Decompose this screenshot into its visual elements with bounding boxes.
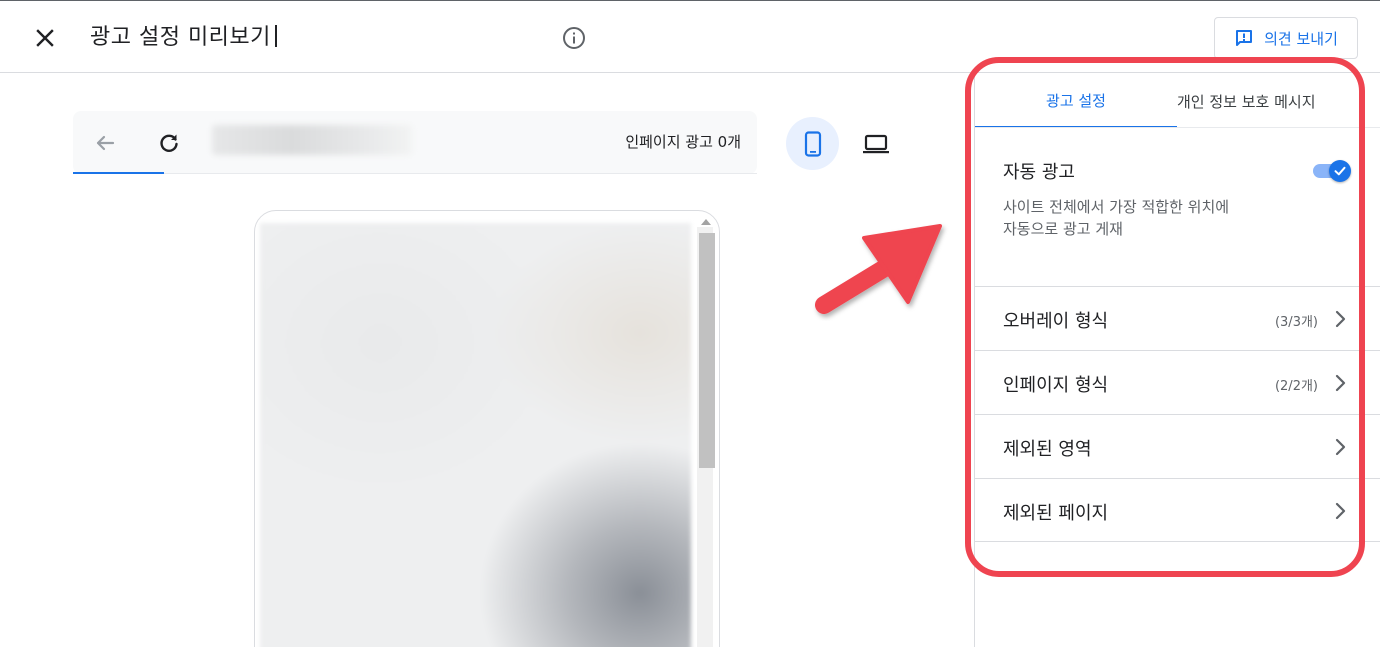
info-icon[interactable] [561, 25, 587, 51]
list-item-count: (2/2개) [1274, 379, 1318, 394]
bar-divider [73, 173, 757, 174]
list-item-label: 제외된 영역 [1003, 439, 1092, 460]
smartphone-icon [804, 130, 821, 157]
panel-tabs: 광고 설정 개인 정보 보호 메시지 [975, 74, 1380, 128]
excluded-areas-item[interactable]: 제외된 영역 [975, 414, 1380, 478]
loading-progress [73, 172, 164, 174]
tabs-divider [975, 127, 1380, 128]
text-cursor [274, 25, 277, 47]
page-title: 광고 설정 미리보기 [90, 19, 277, 51]
close-button[interactable] [30, 23, 60, 53]
header: 광고 설정 미리보기 의견 보내기 [0, 1, 1380, 73]
list-item-count: (3/3개) [1274, 315, 1318, 330]
feedback-label: 의견 보내기 [1264, 29, 1338, 48]
inpage-formats-item[interactable]: 인페이지 형식 (2/2개) [975, 350, 1380, 414]
desktop-view-button[interactable] [849, 117, 902, 170]
arrow-back-icon[interactable] [91, 129, 119, 157]
list-item-label: 제외된 페이지 [1003, 503, 1109, 524]
scroll-up-arrow-icon[interactable] [701, 219, 711, 225]
auto-ads-description-line1: 사이트 전체에서 가장 적합한 위치에 [1003, 198, 1230, 216]
chevron-right-icon [1335, 374, 1346, 392]
settings-list: 오버레이 형식 (3/3개) 인페이지 형식 (2/2개) 제외된 영역 제외된… [975, 286, 1380, 542]
overlay-formats-item[interactable]: 오버레이 형식 (3/3개) [975, 286, 1380, 350]
auto-ads-toggle[interactable] [1313, 160, 1353, 182]
auto-ads-title: 자동 광고 [1003, 162, 1075, 183]
annotation-arrow-icon [815, 224, 942, 314]
laptop-icon [862, 134, 889, 153]
chevron-right-icon [1335, 310, 1346, 328]
close-icon [36, 29, 54, 47]
page-title-text: 광고 설정 미리보기 [90, 25, 271, 50]
tab-ad-settings[interactable]: 광고 설정 [975, 74, 1177, 128]
list-item-label: 오버레이 형식 [1003, 311, 1109, 332]
excluded-pages-item[interactable]: 제외된 페이지 [975, 478, 1380, 542]
reload-icon[interactable] [155, 129, 183, 157]
mobile-preview-frame [254, 210, 720, 647]
mobile-view-button[interactable] [786, 117, 839, 170]
preview-page-blurred [260, 223, 691, 647]
feedback-icon [1236, 30, 1253, 46]
chevron-right-icon [1335, 438, 1346, 456]
ad-settings-panel: 광고 설정 개인 정보 보호 메시지 자동 광고 사이트 전체에서 가장 적합한… [975, 74, 1380, 647]
auto-ads-description: 사이트 전체에서 가장 적합한 위치에 자동으로 광고 게재 [1003, 196, 1303, 240]
chevron-right-icon [1335, 502, 1346, 520]
inpage-ads-count: 인페이지 광고 0개 [625, 133, 741, 151]
check-icon [1334, 166, 1346, 176]
preview-scrollbar-thumb[interactable] [699, 233, 715, 468]
tab-privacy-messages[interactable]: 개인 정보 보호 메시지 [1177, 74, 1380, 128]
feedback-button[interactable]: 의견 보내기 [1214, 17, 1358, 59]
toggle-knob [1329, 160, 1351, 182]
url-bar-blurred [212, 125, 412, 155]
auto-ads-description-line2: 자동으로 광고 게재 [1003, 220, 1123, 238]
list-item-label: 인페이지 형식 [1003, 375, 1109, 396]
preview-browser-bar: 인페이지 광고 0개 [73, 111, 757, 174]
